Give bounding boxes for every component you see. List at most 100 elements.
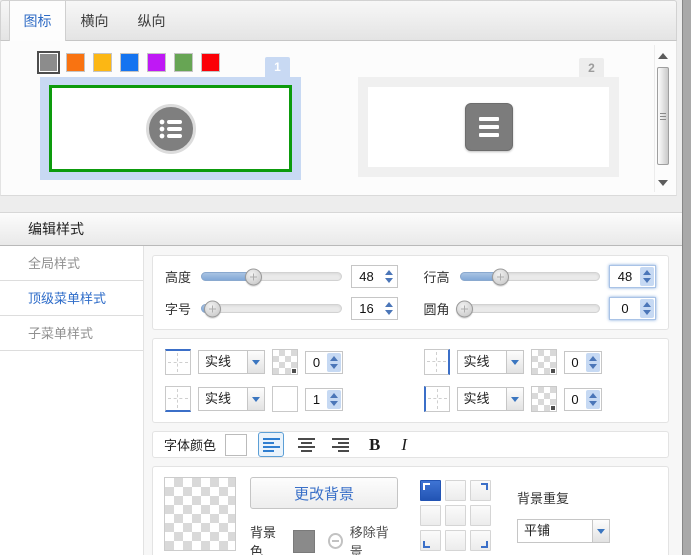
height-slider[interactable] [201,272,342,281]
step-up-icon[interactable] [385,270,393,275]
remove-circle-icon[interactable] [328,533,343,549]
align-right-button[interactable] [328,432,354,457]
step-up-icon[interactable] [589,356,597,361]
position-top-right[interactable] [470,480,491,501]
font-size-slider[interactable] [201,304,342,313]
sidebar-item-top-menu-style[interactable]: 顶级菜单样式 [0,281,143,316]
position-middle-right[interactable] [470,505,491,526]
step-up-icon[interactable] [330,356,338,361]
style-sidebar: 全局样式 顶级菜单样式 子菜单样式 [0,246,144,555]
palette-swatch-orange[interactable] [66,53,85,72]
preview-1-card[interactable] [49,85,292,172]
border-radius-label: 圆角 [424,299,451,318]
tab-vertical[interactable]: 纵向 [123,1,180,41]
border-radius-slider[interactable] [460,304,601,313]
remove-background-button[interactable]: 移除背景 [350,522,398,555]
border-left-side-icon[interactable] [424,386,450,412]
position-bottom-left[interactable] [420,530,441,551]
border-bottom-color-swatch[interactable] [272,386,298,412]
position-bottom-right[interactable] [470,530,491,551]
step-up-icon[interactable] [385,302,393,307]
change-background-button[interactable]: 更改背景 [250,477,398,509]
step-up-icon[interactable] [643,302,651,307]
step-down-icon[interactable] [589,401,597,406]
border-bottom-side-icon[interactable] [165,386,191,412]
background-position-grid [420,480,491,555]
palette-swatch-amber[interactable] [93,53,112,72]
height-stepper[interactable]: 48 [351,265,398,288]
border-top-side-icon[interactable] [165,349,191,375]
palette-swatch-gray[interactable] [39,53,58,72]
background-repeat-dropdown[interactable]: 平铺 [517,519,610,543]
scroll-down-icon[interactable] [658,180,668,186]
line-height-slider[interactable] [460,272,601,281]
scrollbar-thumb[interactable] [657,67,669,165]
tab-icon[interactable]: 图标 [9,1,66,42]
color-palette [39,53,220,72]
step-down-icon[interactable] [385,310,393,315]
position-top-left[interactable] [420,480,441,501]
bold-button[interactable]: B [369,435,380,455]
step-down-icon[interactable] [330,364,338,369]
background-color-swatch[interactable] [293,530,314,553]
palette-swatch-red[interactable] [201,53,220,72]
step-down-icon[interactable] [643,278,651,283]
sidebar-item-submenu-style[interactable]: 子菜单样式 [0,316,143,351]
font-size-slider-thumb[interactable] [204,300,221,317]
border-top-style-dropdown[interactable]: 实线 [198,350,265,374]
align-center-button[interactable] [293,432,319,457]
position-middle-left[interactable] [420,505,441,526]
border-bottom-style-dropdown[interactable]: 实线 [198,387,265,411]
font-color-label: 字体颜色 [164,435,216,454]
border-right-side-icon[interactable] [424,349,450,375]
border-left-width-stepper[interactable]: 0 [564,388,602,411]
font-size-stepper[interactable]: 16 [351,297,398,320]
preview-2-card[interactable] [368,87,609,167]
border-right-style-dropdown[interactable]: 实线 [457,350,524,374]
border-right-color-swatch[interactable] [531,349,557,375]
step-down-icon[interactable] [385,278,393,283]
step-up-icon[interactable] [589,393,597,398]
height-slider-thumb[interactable] [245,268,262,285]
step-up-icon[interactable] [330,393,338,398]
palette-swatch-magenta[interactable] [147,53,166,72]
background-settings-group: 更改背景 背景色 移除背景 [152,466,669,555]
step-down-icon[interactable] [643,310,651,315]
preview-panel: 1 2 [0,41,677,196]
border-left-color-swatch[interactable] [531,386,557,412]
border-top-width-stepper[interactable]: 0 [305,351,343,374]
border-radius-stepper[interactable]: 0 [609,297,656,320]
preview-1-selected[interactable] [40,77,301,180]
border-radius-slider-thumb[interactable] [456,300,473,317]
style-editor-panel: 编辑样式 全局样式 顶级菜单样式 子菜单样式 高度 48 [0,212,682,555]
sidebar-item-global-style[interactable]: 全局样式 [0,246,143,281]
editor-title: 编辑样式 [0,213,682,246]
palette-swatch-blue[interactable] [120,53,139,72]
align-left-button[interactable] [258,432,284,457]
border-left-style-dropdown[interactable]: 实线 [457,387,524,411]
top-tabbar: 图标 横向 纵向 [0,0,677,41]
border-right-width-stepper[interactable]: 0 [564,351,602,374]
scroll-up-icon[interactable] [658,53,668,59]
line-height-stepper[interactable]: 48 [609,265,656,288]
dropdown-arrow-icon [252,360,260,365]
border-bottom-width-stepper[interactable]: 1 [305,388,343,411]
rounded-square-menu-icon [465,103,513,151]
font-color-swatch[interactable] [225,434,247,456]
border-top-color-swatch[interactable] [272,349,298,375]
position-bottom-center[interactable] [445,530,466,551]
step-up-icon[interactable] [643,270,651,275]
italic-button[interactable]: I [401,435,407,455]
tab-horizontal[interactable]: 横向 [66,1,123,41]
scrollbar-grip-icon [660,116,666,117]
position-top-center[interactable] [445,480,466,501]
preview-scrollbar[interactable] [654,45,671,192]
position-middle-center[interactable] [445,505,466,526]
height-value: 48 [352,269,382,284]
window-edge-strip[interactable] [682,0,691,555]
palette-swatch-green[interactable] [174,53,193,72]
line-height-slider-thumb[interactable] [492,268,509,285]
preview-2[interactable] [358,77,619,177]
step-down-icon[interactable] [330,401,338,406]
step-down-icon[interactable] [589,364,597,369]
